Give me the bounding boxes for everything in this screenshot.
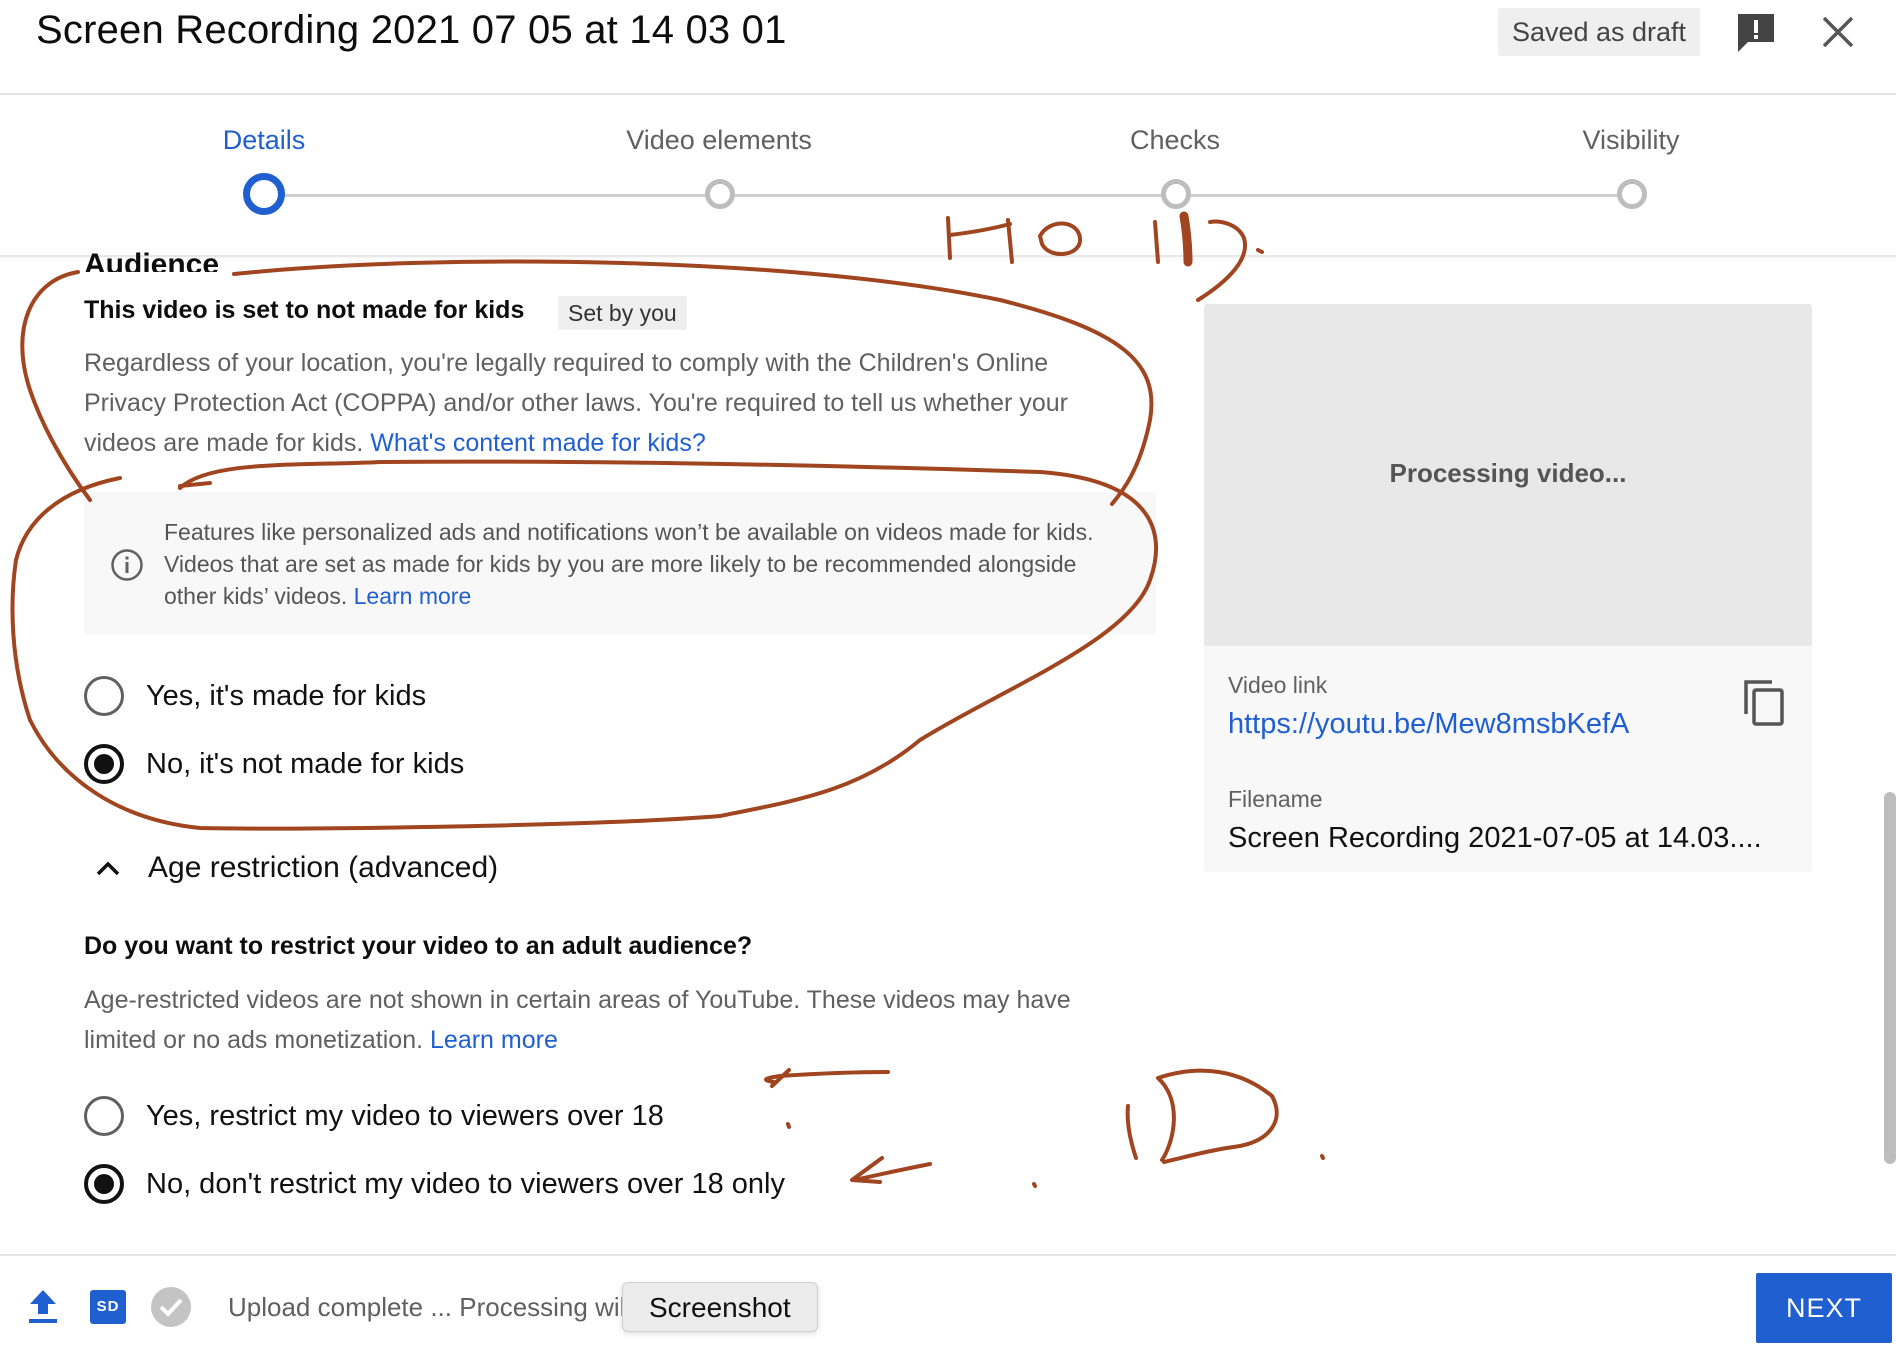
scrollbar-thumb[interactable] xyxy=(1884,792,1896,1164)
filename-label: Filename xyxy=(1228,786,1323,812)
video-link-label: Video link xyxy=(1228,672,1328,698)
screenshot-tooltip: Screenshot xyxy=(622,1282,818,1332)
age-restriction-toggle[interactable]: Age restriction (advanced) xyxy=(90,848,498,888)
dialog-header: Screen Recording 2021 07 05 at 14 03 01 … xyxy=(0,0,1896,95)
radio-label: No, it's not made for kids xyxy=(146,747,465,780)
video-title: Screen Recording 2021 07 05 at 14 03 01 xyxy=(36,8,787,52)
coppa-description: Regardless of your location, you're lega… xyxy=(84,343,1124,463)
set-by-you-badge: Set by you xyxy=(558,296,687,330)
chevron-up-icon[interactable] xyxy=(90,850,126,886)
content-made-for-kids-link[interactable]: What's content made for kids? xyxy=(370,429,706,457)
video-preview: Processing video... xyxy=(1204,304,1812,646)
dialog-footer: SD Upload complete ... Processing wil Sc… xyxy=(0,1254,1896,1348)
age-restriction-label: Age restriction (advanced) xyxy=(148,851,499,884)
annotation-id xyxy=(764,1068,1325,1188)
step-video-elements[interactable]: Video elements xyxy=(589,125,849,156)
upload-stepper: Details Video elements Checks Visibility xyxy=(0,95,1896,257)
radio-button-checked[interactable] xyxy=(84,1164,124,1204)
check-circle-icon[interactable] xyxy=(150,1286,192,1328)
sd-icon[interactable]: SD xyxy=(90,1290,126,1324)
radio-label: No, don't restrict my video to viewers o… xyxy=(146,1167,785,1200)
age-restriction-description-text: Age-restricted videos are not shown in c… xyxy=(84,986,1071,1054)
age-restriction-question: Do you want to restrict your video to an… xyxy=(84,932,753,960)
info-box-text: Features like personalized ads and notif… xyxy=(164,516,1124,612)
info-icon xyxy=(111,549,143,581)
info-learn-more-link[interactable]: Learn more xyxy=(354,583,472,609)
step-checks[interactable]: Checks xyxy=(1045,125,1305,156)
radio-restrict-yes[interactable]: Yes, restrict my video to viewers over 1… xyxy=(84,1094,664,1138)
age-restriction-description: Age-restricted videos are not shown in c… xyxy=(84,980,1124,1060)
upload-icon[interactable] xyxy=(26,1288,60,1326)
radio-button[interactable] xyxy=(84,676,124,716)
audience-heading: Audience xyxy=(84,248,220,272)
radio-button-checked[interactable] xyxy=(84,744,124,784)
stepper-track xyxy=(264,194,1632,197)
video-link[interactable]: https://youtu.be/Mew8msbKefA xyxy=(1228,708,1629,741)
upload-status-text: Upload complete ... Processing wil xyxy=(228,1292,624,1322)
radio-made-for-kids-no[interactable]: No, it's not made for kids xyxy=(84,742,464,786)
made-for-kids-info-box: Features like personalized ads and notif… xyxy=(84,492,1156,634)
step-dot-checks[interactable] xyxy=(1161,179,1191,209)
step-dot-details[interactable] xyxy=(243,173,285,215)
processing-video-text: Processing video... xyxy=(1389,458,1627,488)
step-dot-visibility[interactable] xyxy=(1617,179,1647,209)
step-dot-video-elements[interactable] xyxy=(705,179,735,209)
step-visibility[interactable]: Visibility xyxy=(1501,125,1761,156)
close-icon[interactable] xyxy=(1818,12,1858,52)
filename-value: Screen Recording 2021-07-05 at 14.03.... xyxy=(1228,822,1762,854)
copy-icon[interactable] xyxy=(1742,678,1788,728)
radio-restrict-no[interactable]: No, don't restrict my video to viewers o… xyxy=(84,1162,785,1206)
radio-button[interactable] xyxy=(84,1096,124,1136)
next-button[interactable]: NEXT xyxy=(1756,1273,1892,1343)
info-box-description: Features like personalized ads and notif… xyxy=(164,519,1094,609)
saved-as-draft-badge: Saved as draft xyxy=(1498,8,1700,56)
made-for-kids-status: This video is set to not made for kids xyxy=(84,296,525,324)
step-details[interactable]: Details xyxy=(134,125,394,156)
feedback-icon[interactable] xyxy=(1734,10,1778,56)
radio-label: Yes, it's made for kids xyxy=(146,679,427,712)
radio-label: Yes, restrict my video to viewers over 1… xyxy=(146,1099,664,1132)
video-info-panel: Processing video... Video link https://y… xyxy=(1204,304,1812,872)
age-learn-more-link[interactable]: Learn more xyxy=(430,1026,558,1054)
radio-made-for-kids-yes[interactable]: Yes, it's made for kids xyxy=(84,674,426,718)
